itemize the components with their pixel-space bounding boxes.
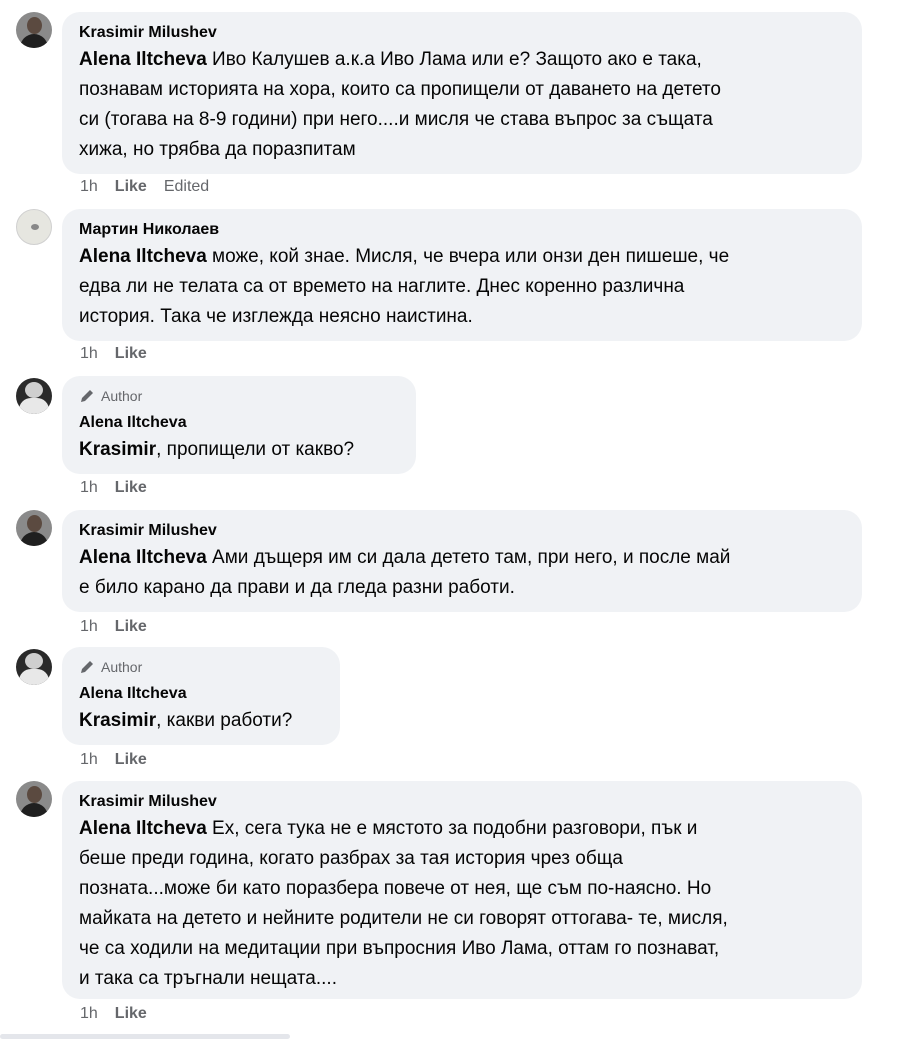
- commenter-name[interactable]: Krasimir Milushev: [79, 520, 846, 542]
- timestamp[interactable]: 1h: [80, 178, 98, 196]
- mention-link[interactable]: Krasimir: [79, 439, 156, 460]
- commenter-name[interactable]: Alena Iltcheva: [79, 683, 324, 705]
- avatar[interactable]: [16, 781, 52, 817]
- mention-link[interactable]: Alena Iltcheva: [79, 547, 207, 568]
- commenter-name[interactable]: Мартин Николаев: [79, 219, 846, 241]
- comment-text: Alena Iltcheva може, кой знае. Мисля, че…: [79, 246, 730, 327]
- comment-text: Krasimir, пропищели от какво?: [79, 439, 355, 460]
- like-button[interactable]: Like: [115, 751, 147, 769]
- commenter-name[interactable]: Krasimir Milushev: [79, 22, 846, 44]
- mention-link[interactable]: Alena Iltcheva: [79, 246, 207, 267]
- commenter-name[interactable]: Krasimir Milushev: [79, 791, 846, 813]
- comment-actions: 1h Like: [80, 345, 147, 363]
- divider: [0, 1034, 290, 1039]
- comment-bubble: Krasimir Milushev Alena Iltcheva Ами дъщ…: [62, 510, 862, 612]
- comment-bubble: Мартин Николаев Alena Iltcheva може, кой…: [62, 209, 862, 341]
- mention-link[interactable]: Alena Iltcheva: [79, 818, 207, 839]
- comment-bubble: Krasimir Milushev Alena Iltcheva Иво Кал…: [62, 12, 862, 174]
- avatar[interactable]: [16, 12, 52, 48]
- timestamp[interactable]: 1h: [80, 618, 98, 636]
- mention-link[interactable]: Krasimir: [79, 710, 156, 731]
- timestamp[interactable]: 1h: [80, 1005, 98, 1023]
- like-button[interactable]: Like: [115, 1005, 147, 1023]
- pencil-icon: [81, 390, 93, 402]
- like-button[interactable]: Like: [115, 618, 147, 636]
- comment-actions: 1h Like: [80, 618, 147, 636]
- comment-actions: 1h Like: [80, 479, 147, 497]
- like-button[interactable]: Like: [115, 479, 147, 497]
- pencil-icon: [81, 661, 93, 673]
- timestamp[interactable]: 1h: [80, 345, 98, 363]
- mention-link[interactable]: Alena Iltcheva: [79, 49, 207, 70]
- comment-bubble: Krasimir Milushev Alena Iltcheva Ех, сег…: [62, 781, 862, 999]
- like-button[interactable]: Like: [115, 178, 147, 196]
- comment-text: Krasimir, какви работи?: [79, 710, 293, 731]
- like-button[interactable]: Like: [115, 345, 147, 363]
- timestamp[interactable]: 1h: [80, 751, 98, 769]
- avatar[interactable]: [16, 209, 52, 245]
- comment-bubble: Author Alena Iltcheva Krasimir, пропищел…: [62, 376, 416, 474]
- comment-actions: 1h Like: [80, 751, 147, 769]
- avatar[interactable]: [16, 378, 52, 414]
- comment-text: Alena Iltcheva Иво Калушев а.к.а Иво Лам…: [79, 49, 721, 160]
- comment-actions: 1h Like Edited: [80, 178, 209, 196]
- author-badge: Author: [79, 386, 400, 406]
- comment-bubble: Author Alena Iltcheva Krasimir, какви ра…: [62, 647, 340, 745]
- comment-actions: 1h Like: [80, 1005, 147, 1023]
- comment-text: Alena Iltcheva Ами дъщеря им си дала дет…: [79, 547, 731, 598]
- timestamp[interactable]: 1h: [80, 479, 98, 497]
- commenter-name[interactable]: Alena Iltcheva: [79, 412, 400, 434]
- author-badge: Author: [79, 657, 324, 677]
- avatar[interactable]: [16, 510, 52, 546]
- avatar[interactable]: [16, 649, 52, 685]
- edited-label[interactable]: Edited: [164, 178, 209, 196]
- comment-text: Alena Iltcheva Ех, сега тука не е мястот…: [79, 818, 728, 989]
